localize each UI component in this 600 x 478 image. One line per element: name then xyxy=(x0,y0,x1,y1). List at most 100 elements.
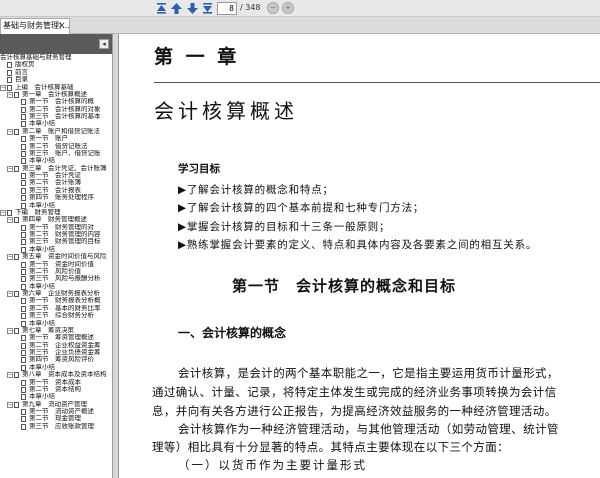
bookmark-item[interactable]: 第二节 会计核算的对象 xyxy=(0,106,112,113)
bookmark-item[interactable]: 第二节 风险价值 xyxy=(0,268,112,275)
collapse-node-icon[interactable]: − xyxy=(0,84,6,91)
bookmark-item[interactable]: 第二节 会计账簿 xyxy=(0,179,112,187)
zoom-in-icon[interactable]: + xyxy=(282,2,294,14)
sidebar-header: ◂ xyxy=(0,34,112,54)
bookmark-label: 第一节 财务管理的对 xyxy=(29,223,94,231)
last-page-icon[interactable] xyxy=(201,2,214,15)
bookmark-item[interactable]: 目录 xyxy=(0,76,112,84)
bookmark-item[interactable]: − 第二章 账户和借贷记账法 xyxy=(0,128,112,135)
bookmark-item[interactable]: 第二节 财务管理的内容 xyxy=(0,231,112,238)
collapse-node-icon[interactable]: − xyxy=(7,327,13,334)
bookmark-item[interactable]: 第三节 企业负债资金筹 xyxy=(0,349,112,356)
collapse-node-icon[interactable]: − xyxy=(7,217,13,224)
bookmark-page-icon xyxy=(21,173,26,179)
document-tab[interactable]: 基础与财务管理)... × xyxy=(0,18,70,34)
bookmark-page-icon xyxy=(14,372,19,379)
prev-page-icon[interactable] xyxy=(170,2,183,15)
bookmark-page-icon xyxy=(21,121,26,128)
bookmark-item[interactable]: 第三节 综合财务分析 xyxy=(0,312,112,320)
bookmark-page-icon xyxy=(7,209,12,216)
bookmark-page-icon xyxy=(21,320,26,327)
bookmark-item[interactable]: 第三节 风险与报酬分析 xyxy=(0,275,112,283)
bookmark-label: 第一节 会计核算的概 xyxy=(29,98,94,106)
bookmark-item[interactable]: 第一节 资金时间价值 xyxy=(0,261,112,268)
chapter-title: 会计核算概述 xyxy=(154,99,298,123)
bookmark-item[interactable]: − 第六章 企业财务报表分析 xyxy=(0,290,112,297)
bookmark-label: 目录 xyxy=(15,76,28,84)
bookmark-item[interactable]: 第一节 会计核算的概 xyxy=(0,98,112,106)
bookmark-page-icon xyxy=(7,77,12,84)
bookmark-item[interactable]: 第二节 基本的财务比率 xyxy=(0,305,112,312)
bookmark-item[interactable]: 第三节 会计报表 xyxy=(0,187,112,194)
bookmark-item[interactable]: 第一节 财务报表分析概 xyxy=(0,297,112,305)
bookmark-item[interactable]: − 第五章 资金时间价值与风险 xyxy=(0,253,112,261)
bookmark-item[interactable]: 第一节 资本成本 xyxy=(0,379,112,386)
bookmark-item[interactable]: 第三节 财务管理的目标 xyxy=(0,238,112,246)
bookmark-item[interactable]: 本章小结 xyxy=(0,283,112,290)
collapse-sidebar-icon[interactable]: ◂ xyxy=(99,39,109,49)
bookmark-item[interactable]: 第一节 筹资管理概述 xyxy=(0,334,112,342)
zoom-out-icon[interactable]: − xyxy=(267,2,279,14)
bookmark-item[interactable]: 前言 xyxy=(0,69,112,76)
bookmark-page-icon xyxy=(21,357,26,364)
bookmark-label: 第二节 借贷记账法 xyxy=(29,142,88,150)
bookmark-item[interactable]: 本章小结 xyxy=(0,202,112,209)
bookmark-label: 会计核算基础与财务管理 xyxy=(0,54,72,61)
collapse-node-icon[interactable]: − xyxy=(7,128,13,135)
bookmark-item[interactable]: 第三节 会计核算的基本 xyxy=(0,113,112,120)
bookmark-page-icon xyxy=(21,136,26,143)
bookmark-page-icon xyxy=(21,364,26,371)
bookmark-item[interactable]: 第二节 资本结构 xyxy=(0,386,112,393)
bookmark-item[interactable]: 第四节 账务处理程序 xyxy=(0,194,112,202)
bookmark-item[interactable]: 本章小结 xyxy=(0,157,112,165)
bookmark-page-icon xyxy=(21,268,26,275)
first-page-icon[interactable] xyxy=(155,2,168,15)
bookmark-item[interactable]: 第一节 账户 xyxy=(0,135,112,143)
collapse-node-icon[interactable]: − xyxy=(7,401,13,408)
bookmark-item[interactable]: 第二节 借贷记账法 xyxy=(0,143,112,150)
bookmark-item[interactable]: 第三节 账户、借贷记账 xyxy=(0,150,112,157)
bookmark-item[interactable]: − 第八章 资本成本及资本结构 xyxy=(0,371,112,379)
bookmark-item[interactable]: 版权页 xyxy=(0,61,112,69)
close-tab-icon[interactable]: × xyxy=(58,19,66,33)
sidebar-splitter[interactable] xyxy=(113,34,119,478)
bookmark-item[interactable]: − 第四章 财务管理概述 xyxy=(0,216,112,224)
bookmark-item[interactable]: − 下编 财务管理 xyxy=(0,209,112,216)
bookmark-item[interactable]: 本章小结 xyxy=(0,320,112,327)
collapse-node-icon[interactable]: − xyxy=(7,165,13,172)
bookmark-item[interactable]: 第二节 现金管理 xyxy=(0,415,112,423)
bookmark-label: 本章小结 xyxy=(29,201,55,209)
collapse-node-icon[interactable]: − xyxy=(0,209,6,216)
bookmark-item[interactable]: − 第九章 流动资产管理 xyxy=(0,401,112,408)
bookmark-page-icon xyxy=(21,195,26,202)
bookmark-label: 第一节 流动资产概述 xyxy=(29,408,94,415)
bookmark-page-icon xyxy=(21,313,26,320)
bookmark-item[interactable]: 第一节 流动资产概述 xyxy=(0,408,112,415)
collapse-node-icon[interactable]: − xyxy=(7,291,13,297)
bookmark-item[interactable]: − 上编 会计核算基础 xyxy=(0,84,112,91)
bookmark-item[interactable]: − 第七章 筹资决策 xyxy=(0,327,112,334)
next-page-icon[interactable] xyxy=(186,2,199,15)
bookmark-item[interactable]: 第二节 企业权益资金筹 xyxy=(0,342,112,349)
bookmark-page-icon xyxy=(14,327,19,334)
collapse-node-icon[interactable]: − xyxy=(7,254,13,261)
bookmark-label: 第六章 企业财务报表分析 xyxy=(22,290,100,297)
bookmark-item[interactable]: 第一节 会计凭证 xyxy=(0,172,112,179)
bookmark-item[interactable]: 本章小结 xyxy=(0,246,112,253)
bookmark-item[interactable]: − 第三章 会计凭证、会计账簿 xyxy=(0,165,112,172)
bookmark-item[interactable]: 第一节 财务管理的对 xyxy=(0,224,112,231)
bookmark-item[interactable]: 第四节 筹资风险评价 xyxy=(0,356,112,364)
page-number-input[interactable]: 8 xyxy=(217,2,237,15)
bookmark-item[interactable]: 第三节 应收账款管理 xyxy=(0,423,112,430)
bookmark-item[interactable]: 本章小结 xyxy=(0,120,112,128)
bookmark-label: 第四节 筹资风险评价 xyxy=(29,356,94,364)
bookmark-item[interactable]: 本章小结 xyxy=(0,393,112,401)
bookmark-item[interactable]: 本章小结 xyxy=(0,364,112,371)
bookmark-label: 第三章 会计凭证、会计账簿 xyxy=(22,164,107,172)
collapse-node-icon[interactable]: − xyxy=(7,372,13,379)
bookmark-item[interactable]: 会计核算基础与财务管理 xyxy=(0,54,112,61)
collapse-node-icon[interactable]: − xyxy=(7,91,13,98)
bookmark-label: 第三节 会计核算的基本 xyxy=(29,113,101,120)
bookmark-page-icon xyxy=(21,202,26,209)
bookmark-item[interactable]: − 第一章 会计核算概述 xyxy=(0,91,112,98)
